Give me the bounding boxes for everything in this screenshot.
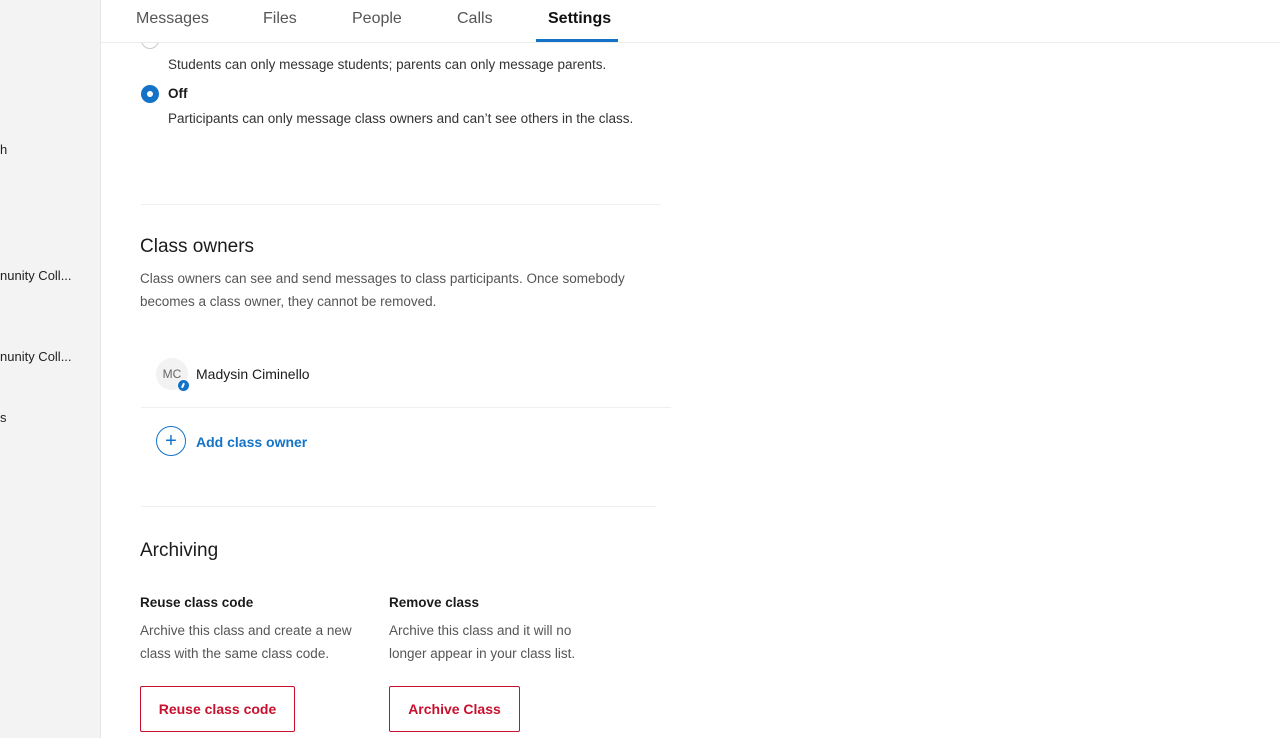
class-owners-description: Class owners can see and send messages t… (140, 267, 625, 313)
remove-description-line: longer appear in your class list. (389, 646, 576, 661)
archiving-title: Archiving (140, 540, 219, 561)
owner-badge-icon (177, 379, 190, 392)
remove-class-description: Archive this class and it will no longer… (389, 619, 575, 665)
class-owners-description-line: becomes a class owner, they cannot be re… (140, 294, 437, 309)
class-owners-description-line: Class owners can see and send messages t… (140, 271, 625, 286)
tab-messages[interactable]: Messages (136, 10, 209, 40)
owner-divider (141, 407, 671, 408)
tab-bar: Messages Files People Calls Settings (101, 0, 1280, 43)
sidebar-item-label: h (0, 142, 8, 157)
tab-people[interactable]: People (352, 10, 402, 40)
active-tab-indicator (536, 39, 618, 42)
reuse-description-line: class with the same class code. (140, 646, 330, 661)
owner-name: Madysin Ciminello (196, 366, 310, 382)
sidebar-item-label: nunity Coll... (0, 349, 72, 364)
remove-class-title: Remove class (389, 595, 480, 610)
add-class-owner-button[interactable]: Add class owner (196, 434, 307, 450)
sidebar-item[interactable]: s (0, 410, 7, 425)
reuse-description-line: Archive this class and create a new (140, 623, 352, 638)
add-owner-icon[interactable]: + (156, 426, 186, 456)
reuse-class-code-button[interactable]: Reuse class code (140, 686, 295, 732)
class-owners-title: Class owners (140, 236, 255, 257)
section-divider (141, 506, 656, 507)
archive-class-button[interactable]: Archive Class (389, 686, 520, 732)
tab-files[interactable]: Files (263, 10, 297, 40)
reuse-class-code-title: Reuse class code (140, 595, 254, 610)
sidebar-item-label: s (0, 410, 7, 425)
sidebar-item[interactable]: nunity Coll... (0, 349, 72, 364)
off-description: Participants can only message class owne… (168, 111, 634, 126)
sidebar-item[interactable]: nunity Coll... (0, 268, 72, 283)
section-divider (141, 204, 661, 205)
off-label: Off (168, 86, 188, 101)
remove-description-line: Archive this class and it will no (389, 623, 572, 638)
main-content: Role based Students can only message stu… (101, 0, 1280, 738)
sidebar-item-label: nunity Coll... (0, 268, 72, 283)
reuse-class-code-description: Archive this class and create a new clas… (140, 619, 352, 665)
role-based-description: Students can only message students; pare… (168, 57, 607, 72)
left-sidebar: h nunity Coll... nunity Coll... s (0, 0, 101, 738)
tab-calls[interactable]: Calls (457, 10, 493, 40)
off-radio[interactable] (141, 85, 159, 103)
sidebar-item[interactable]: h (0, 142, 7, 157)
tab-settings[interactable]: Settings (548, 10, 611, 40)
avatar-initials: MC (162, 367, 182, 381)
